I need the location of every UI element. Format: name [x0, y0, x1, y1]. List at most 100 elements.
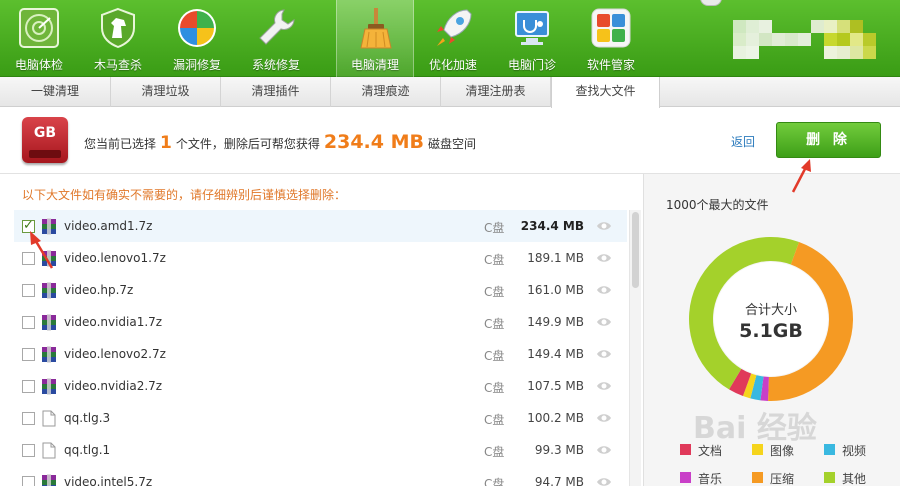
eye-icon[interactable]: [596, 444, 612, 456]
file-row[interactable]: qq.tlg.3 C盘 100.2 MB: [14, 402, 627, 434]
file-name: video.hp.7z: [64, 283, 134, 297]
tab-one-click-clean[interactable]: 一键清理: [0, 77, 111, 107]
file-row[interactable]: video.lenovo2.7z C盘 149.4 MB: [14, 338, 627, 370]
file-name: video.lenovo2.7z: [64, 347, 166, 361]
archive-file-icon: [42, 282, 56, 299]
eye-icon[interactable]: [596, 412, 612, 424]
file-checkbox[interactable]: [22, 348, 35, 361]
donut-total: 5.1GB: [739, 320, 803, 342]
donut-label: 合计大小: [745, 303, 797, 318]
file-checkbox[interactable]: [22, 218, 35, 233]
file-size: 100.2 MB: [527, 411, 584, 425]
delete-button[interactable]: 删 除: [776, 122, 881, 158]
freed-space: 234.4 MB: [323, 131, 424, 153]
file-checkbox[interactable]: [22, 380, 35, 393]
file-size: 149.4 MB: [527, 347, 584, 361]
main-toolbar: 电脑体检 木马查杀 漏洞修复 系统修复 电脑清理 优化加速 电脑门诊 软件管家: [0, 0, 900, 77]
file-checkbox[interactable]: [22, 316, 35, 329]
file-drive: C盘: [484, 285, 505, 299]
file-size: 161.0 MB: [527, 283, 584, 297]
selection-summary: 您当前已选择 1 个文件，删除后可帮您获得 234.4 MB 磁盘空间: [84, 127, 476, 157]
eye-icon[interactable]: [596, 380, 612, 392]
archive-file-icon: [42, 314, 56, 331]
toolbar-label: 系统修复: [251, 58, 300, 72]
eye-icon[interactable]: [596, 316, 612, 328]
file-checkbox[interactable]: [22, 476, 35, 486]
file-drive: C盘: [484, 445, 505, 459]
legend-label: 视频: [842, 444, 867, 458]
file-name: qq.tlg.3: [64, 411, 111, 425]
large-file-list: video.amd1.7z C盘 234.4 MB video.lenovo1.…: [14, 210, 627, 486]
summary-mid: 个文件，删除后可帮您获得: [175, 137, 320, 151]
archive-file-icon: [42, 474, 56, 486]
user-avatar-blurred: [733, 12, 885, 62]
tab-clean-junk[interactable]: 清理垃圾: [111, 77, 221, 107]
file-name: video.nvidia1.7z: [64, 315, 163, 329]
baidu-watermark: Bai 经验: [693, 411, 817, 446]
broom-icon: [360, 8, 392, 49]
scrollbar-thumb[interactable]: [632, 212, 639, 288]
cleanup-tabs: 一键清理 清理垃圾 清理插件 清理痕迹 清理注册表 查找大文件: [0, 77, 900, 108]
eye-icon[interactable]: [596, 220, 612, 232]
toolbar-item-trojan-scan[interactable]: 木马查杀: [79, 0, 157, 77]
panel-title: 1000个最大的文件: [666, 198, 769, 212]
eye-icon[interactable]: [596, 476, 612, 486]
toolbar-label: 电脑体检: [14, 58, 63, 72]
toolbar-item-vuln-fix[interactable]: 漏洞修复: [158, 0, 236, 77]
file-checkbox[interactable]: [22, 412, 35, 425]
toolbar-item-checkup[interactable]: 电脑体检: [0, 0, 78, 77]
file-row[interactable]: video.amd1.7z C盘 234.4 MB: [14, 210, 627, 242]
eye-icon[interactable]: [596, 348, 612, 360]
warning-hint: 以下大文件如有确实不需要的，请仔细辨别后谨慎选择删除：: [22, 188, 347, 202]
file-name: video.lenovo1.7z: [64, 251, 166, 265]
blank-file-icon: [42, 410, 56, 427]
toolbar-label: 优化加速: [428, 58, 477, 72]
eye-icon[interactable]: [596, 252, 612, 264]
file-row[interactable]: video.intel5.7z C盘 94.7 MB: [14, 466, 627, 486]
file-size: 234.4 MB: [520, 219, 584, 233]
toolbar-item-cleanup[interactable]: 电脑清理: [336, 0, 414, 77]
toolbar-item-optimize[interactable]: 优化加速: [414, 0, 492, 77]
archive-file-icon: [42, 250, 56, 267]
file-checkbox[interactable]: [22, 284, 35, 297]
file-drive: C盘: [484, 253, 505, 267]
gb-disk-icon: GB: [22, 117, 68, 163]
horse-shield-icon: [101, 7, 135, 49]
legend-label: 其他: [842, 472, 867, 486]
file-row[interactable]: qq.tlg.1 C盘 99.3 MB: [14, 434, 627, 466]
eye-icon[interactable]: [596, 284, 612, 296]
file-drive: C盘: [484, 413, 505, 427]
file-row[interactable]: video.lenovo1.7z C盘 189.1 MB: [14, 242, 627, 274]
tab-clean-plugins[interactable]: 清理插件: [221, 77, 331, 107]
file-name: qq.tlg.1: [64, 443, 111, 457]
rocket-icon: [437, 9, 472, 46]
file-row[interactable]: video.nvidia2.7z C盘 107.5 MB: [14, 370, 627, 402]
file-size: 99.3 MB: [534, 443, 584, 457]
toolbar-item-system-repair[interactable]: 系统修复: [237, 0, 315, 77]
selected-count: 1: [160, 133, 172, 153]
legend-swatch: [752, 472, 763, 483]
toolbar-item-software-manager[interactable]: 软件管家: [572, 0, 650, 77]
tab-clean-registry[interactable]: 清理注册表: [441, 77, 551, 107]
file-checkbox[interactable]: [22, 444, 35, 457]
file-size: 149.9 MB: [527, 315, 584, 329]
window-control-button[interactable]: [700, 0, 722, 6]
tab-clean-traces[interactable]: 清理痕迹: [331, 77, 441, 107]
file-drive: C盘: [484, 477, 505, 486]
file-list-scrollbar[interactable]: [629, 210, 641, 486]
legend-swatch: [824, 472, 835, 483]
toolbar-item-clinic[interactable]: 电脑门诊: [493, 0, 571, 77]
legend-label: 压缩: [770, 472, 795, 486]
back-link[interactable]: 返回: [731, 133, 755, 150]
summary-suffix: 磁盘空间: [427, 137, 476, 151]
summary-prefix: 您当前已选择: [84, 137, 157, 151]
legend-swatch: [824, 444, 835, 455]
tab-find-large-files[interactable]: 查找大文件: [551, 77, 660, 108]
toolbar-label: 电脑清理: [350, 58, 399, 72]
file-row[interactable]: video.hp.7z C盘 161.0 MB: [14, 274, 627, 306]
file-row[interactable]: video.nvidia1.7z C盘 149.9 MB: [14, 306, 627, 338]
file-checkbox[interactable]: [22, 252, 35, 265]
gb-badge-text: GB: [33, 125, 57, 141]
toolbar-label: 漏洞修复: [172, 58, 221, 72]
file-name: video.nvidia2.7z: [64, 379, 163, 393]
